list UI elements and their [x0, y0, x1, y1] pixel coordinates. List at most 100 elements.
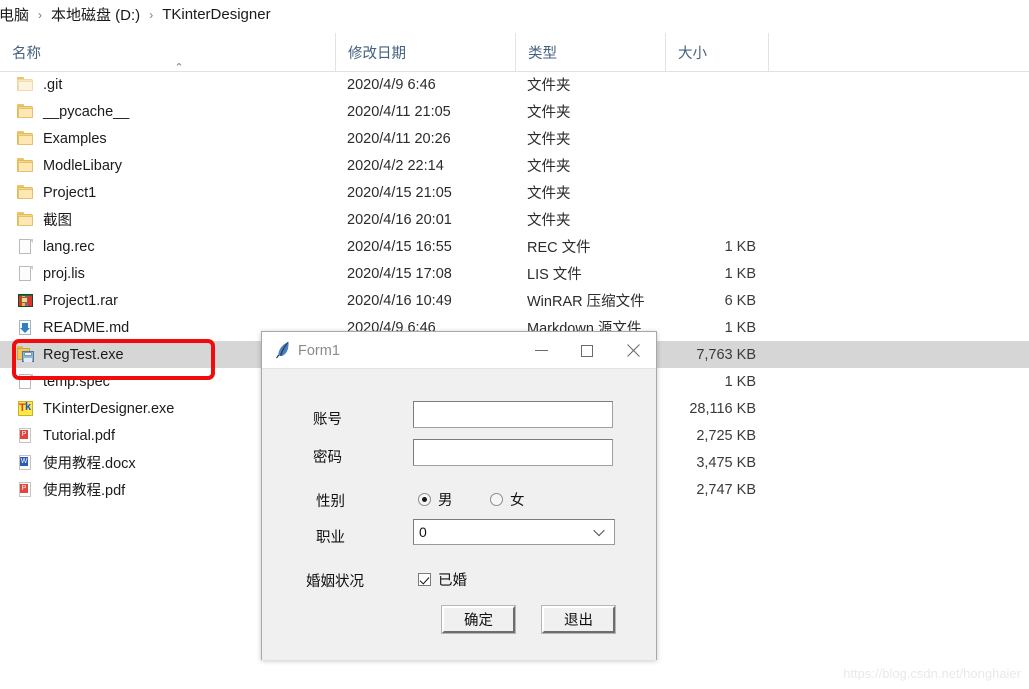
file-name-label: Project1	[43, 184, 97, 201]
column-header-name[interactable]: 名称	[0, 33, 335, 71]
docx-icon: W	[17, 454, 34, 471]
file-name-cell[interactable]: Project1.rar	[0, 287, 335, 314]
table-row[interactable]: lang.rec 2020/4/15 16:55 REC 文件 1 KB	[0, 233, 1029, 260]
file-type-cell: 文件夹	[527, 78, 571, 94]
marital-checkbox[interactable]: 已婚	[418, 569, 467, 590]
dialog-title: Form1	[298, 342, 340, 359]
file-size-cell: 1 KB	[724, 319, 756, 336]
file-name-label: temp.spec	[43, 373, 110, 390]
marital-status-label: 婚姻状况	[306, 574, 364, 590]
file-name-cell[interactable]: Project1	[0, 179, 335, 206]
table-row[interactable]: Examples 2020/4/11 20:26 文件夹	[0, 125, 1029, 152]
tk-app-icon: Tk	[18, 401, 33, 416]
file-name-cell[interactable]: lang.rec	[0, 233, 335, 260]
file-type-cell: 文件夹	[527, 105, 571, 121]
file-name-label: lang.rec	[43, 238, 95, 255]
file-name-cell[interactable]: Examples	[0, 125, 335, 152]
file-size-cell	[665, 206, 768, 233]
occupation-select[interactable]: 0	[413, 519, 615, 545]
tkinter-feather-icon	[276, 341, 289, 359]
occupation-label: 职业	[316, 530, 345, 546]
breadcrumb-item-local-disk[interactable]: 本地磁盘 (D:)	[49, 4, 142, 25]
breadcrumb-item-tkinterdesigner[interactable]: TKinterDesigner	[160, 6, 272, 23]
file-name-cell[interactable]: ModleLibary	[0, 152, 335, 179]
file-type-cell: 文件夹	[527, 159, 571, 175]
column-divider	[768, 33, 781, 71]
breadcrumb[interactable]: 电脑 › 本地磁盘 (D:) › TKinterDesigner	[0, 0, 1029, 28]
table-row[interactable]: __pycache__ 2020/4/11 21:05 文件夹	[0, 98, 1029, 125]
file-name-cell[interactable]: __pycache__	[0, 98, 335, 125]
column-header-date-modified[interactable]: 修改日期	[335, 33, 515, 71]
account-input-field[interactable]	[414, 402, 612, 427]
account-label: 账号	[313, 412, 342, 428]
file-name-cell[interactable]: .git	[0, 71, 335, 98]
gender-label: 性别	[316, 494, 345, 510]
document-icon	[17, 373, 34, 390]
dialog-body: 账号 密码 性别 男 女 职业 0 婚姻状况 已婚 确定 退出	[262, 369, 656, 660]
password-input[interactable]	[413, 439, 613, 466]
table-row[interactable]: ModleLibary 2020/4/2 22:14 文件夹	[0, 152, 1029, 179]
password-input-field[interactable]	[414, 440, 612, 465]
column-header-row: 名称 ⌃ 修改日期 类型 大小	[0, 33, 1029, 74]
table-row[interactable]: Project1 2020/4/15 21:05 文件夹	[0, 179, 1029, 206]
ok-button[interactable]: 确定	[441, 605, 516, 634]
document-icon	[17, 265, 34, 282]
minimize-button[interactable]	[518, 332, 564, 369]
file-size-cell: 1 KB	[724, 238, 756, 255]
file-type-cell: REC 文件	[527, 240, 591, 256]
file-name-cell[interactable]: 截图	[0, 206, 335, 233]
document-icon	[17, 238, 34, 255]
gender-male-label: 男	[438, 493, 453, 509]
file-size-cell	[665, 98, 768, 125]
file-date-cell: 2020/4/15 16:55	[347, 238, 452, 255]
breadcrumb-separator-icon: ›	[38, 8, 43, 22]
table-row[interactable]: .git 2020/4/9 6:46 文件夹	[0, 71, 1029, 98]
file-size-cell: 1 KB	[724, 373, 756, 390]
file-name-label: __pycache__	[43, 103, 130, 120]
exit-button[interactable]: 退出	[541, 605, 616, 634]
gender-radio-male[interactable]: 男	[418, 489, 453, 510]
account-input[interactable]	[413, 401, 613, 428]
winrar-icon	[17, 292, 34, 309]
file-name-label: Tutorial.pdf	[43, 427, 115, 444]
file-date-cell: 2020/4/11 20:26	[347, 130, 451, 147]
file-name-label: Examples	[43, 130, 107, 147]
form1-dialog[interactable]: Form1 账号 密码 性别 男 女 职业 0 婚姻状况 已婚 确定 退出	[261, 331, 657, 660]
maximize-icon	[581, 344, 593, 357]
file-date-cell: 2020/4/16 20:01	[347, 211, 452, 228]
radio-unselected-icon	[490, 493, 503, 506]
table-row[interactable]: 截图 2020/4/16 20:01 文件夹	[0, 206, 1029, 233]
table-row[interactable]: Project1.rar 2020/4/16 10:49 WinRAR 压缩文件 6 …	[0, 287, 1029, 314]
exe-app-icon	[17, 346, 34, 363]
pdf-icon: P	[17, 481, 34, 498]
pdf-icon: P	[17, 427, 34, 444]
close-button[interactable]	[610, 332, 656, 369]
close-icon	[626, 344, 640, 358]
breadcrumb-item-this-pc[interactable]: 电脑	[0, 4, 31, 25]
chevron-down-icon[interactable]	[595, 527, 604, 536]
folder-icon	[17, 184, 34, 201]
column-header-type[interactable]: 类型	[515, 33, 665, 71]
file-name-label: TKinterDesigner.exe	[43, 400, 175, 417]
breadcrumb-separator-icon: ›	[149, 8, 154, 22]
file-name-label: Project1.rar	[43, 292, 118, 309]
file-name-cell[interactable]: proj.lis	[0, 260, 335, 287]
watermark-text: https://blog.csdn.net/honghaier	[843, 666, 1021, 681]
file-size-cell	[665, 125, 768, 152]
maximize-button[interactable]	[564, 332, 610, 369]
dialog-titlebar[interactable]: Form1	[262, 332, 656, 369]
password-label: 密码	[313, 450, 342, 466]
column-header-size[interactable]: 大小	[665, 33, 768, 71]
file-date-cell: 2020/4/15 17:08	[347, 265, 452, 282]
file-size-cell: 2,747 KB	[696, 481, 756, 498]
folder-icon	[17, 130, 34, 147]
folder-icon	[17, 211, 34, 228]
file-type-cell: 文件夹	[527, 213, 571, 229]
gender-radio-female[interactable]: 女	[490, 489, 525, 510]
file-type-cell: LIS 文件	[527, 267, 582, 283]
radio-selected-icon	[418, 493, 431, 506]
file-name-label: .git	[43, 76, 63, 93]
table-row[interactable]: proj.lis 2020/4/15 17:08 LIS 文件 1 KB	[0, 260, 1029, 287]
file-date-cell: 2020/4/2 22:14	[347, 157, 444, 174]
file-type-cell: 文件夹	[527, 186, 571, 202]
